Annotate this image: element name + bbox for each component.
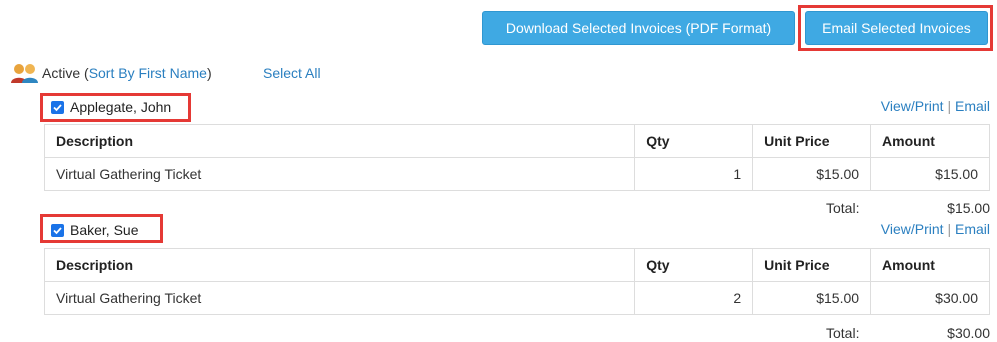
customer-name: Baker, Sue: [70, 222, 139, 238]
group-header: Active ( Sort By First Name ): [10, 62, 212, 84]
table-header-row: Description Qty Unit Price Amount: [43, 124, 990, 158]
item-amount: $30.00: [870, 281, 990, 315]
column-header: Description: [43, 248, 636, 282]
invoice-table: Description Qty Unit Price Amount Virtua…: [43, 248, 990, 315]
total-value: $30.00: [947, 325, 990, 341]
sort-by-first-name-link[interactable]: Sort By First Name: [89, 65, 207, 81]
email-selected-invoices-button[interactable]: Email Selected Invoices: [805, 11, 988, 45]
total-label: Total:: [826, 200, 860, 216]
column-header: Unit Price: [752, 124, 872, 158]
item-unit-price: $15.00: [752, 281, 872, 315]
invoice-table: Description Qty Unit Price Amount Virtua…: [43, 124, 990, 191]
column-header: Description: [43, 124, 636, 158]
email-link[interactable]: Email: [955, 221, 990, 237]
select-all-link[interactable]: Select All: [263, 62, 321, 84]
checkbox-checked-icon[interactable]: [51, 223, 64, 237]
group-label: Active: [42, 65, 81, 81]
email-link[interactable]: Email: [955, 98, 990, 114]
item-qty: 2: [634, 281, 754, 315]
table-header-row: Description Qty Unit Price Amount: [43, 248, 990, 282]
view-print-link[interactable]: View/Print: [881, 98, 944, 114]
invoice-links: View/Print | Email: [880, 98, 990, 114]
table-row: Virtual Gathering Ticket 1 $15.00 $15.00: [43, 157, 990, 191]
download-selected-invoices-button[interactable]: Download Selected Invoices (PDF Format): [482, 11, 795, 45]
invoice-links: View/Print | Email: [880, 221, 990, 237]
checkbox-checked-icon[interactable]: [51, 100, 64, 114]
total-label: Total:: [826, 325, 860, 341]
column-header: Amount: [870, 124, 990, 158]
column-header: Qty: [634, 248, 754, 282]
customer-name: Applegate, John: [70, 99, 172, 115]
item-unit-price: $15.00: [752, 157, 872, 191]
column-header: Qty: [634, 124, 754, 158]
invoice-checkbox-row[interactable]: Baker, Sue: [51, 220, 139, 240]
column-header: Unit Price: [752, 248, 872, 282]
item-description: Virtual Gathering Ticket: [43, 281, 636, 315]
item-qty: 1: [634, 157, 754, 191]
column-header: Amount: [870, 248, 990, 282]
view-print-link[interactable]: View/Print: [881, 221, 944, 237]
table-row: Virtual Gathering Ticket 2 $15.00 $30.00: [43, 281, 990, 315]
users-icon: [11, 64, 38, 83]
item-amount: $15.00: [870, 157, 990, 191]
item-description: Virtual Gathering Ticket: [43, 157, 636, 191]
invoice-checkbox-row[interactable]: Applegate, John: [51, 97, 171, 117]
total-value: $15.00: [947, 200, 990, 216]
